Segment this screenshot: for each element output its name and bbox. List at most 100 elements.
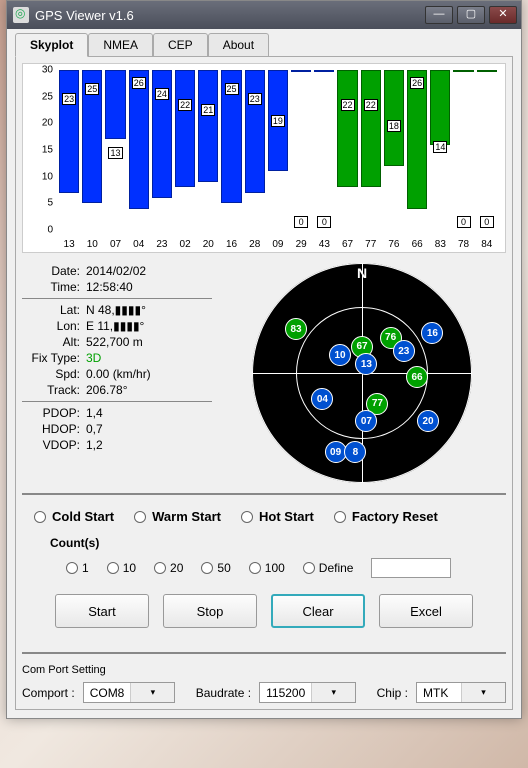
lat-label: Lat: <box>22 303 86 317</box>
sat-23: 23 <box>393 340 415 362</box>
tab-cep[interactable]: CEP <box>153 33 208 56</box>
start-mode-group: Cold Start Warm Start Hot Start Factory Res… <box>26 505 502 528</box>
app-window: GPS Viewer v1.6 — ▢ ✕ Skyplot NMEA CEP A… <box>6 0 522 719</box>
vdop-value: 1,2 <box>86 438 212 452</box>
sat-07: 07 <box>355 410 377 432</box>
count-10[interactable]: 10 <box>107 561 136 575</box>
sat-20: 20 <box>417 410 439 432</box>
tab-about[interactable]: About <box>208 33 269 56</box>
chevron-down-icon: ▾ <box>461 683 505 702</box>
time-label: Time: <box>22 280 86 294</box>
bar-09: 19 <box>268 70 288 230</box>
bar-66: 26 <box>407 70 427 230</box>
count-100[interactable]: 100 <box>249 561 285 575</box>
maximize-button[interactable]: ▢ <box>457 6 485 24</box>
lon-label: Lon: <box>22 319 86 333</box>
mode-factory-reset[interactable]: Factory Reset <box>334 509 438 524</box>
spd-label: Spd: <box>22 367 86 381</box>
minimize-button[interactable]: — <box>425 6 453 24</box>
comport-label: Comport : <box>22 686 75 700</box>
close-button[interactable]: ✕ <box>489 6 517 24</box>
bar-02: 22 <box>175 70 195 230</box>
pdop-value: 1,4 <box>86 406 212 420</box>
sat-66: 66 <box>406 366 428 388</box>
baudrate-label: Baudrate : <box>196 686 251 700</box>
sat-83: 83 <box>285 318 307 340</box>
bar-83: 14 <box>430 70 450 230</box>
chart-x-axis: 13100704230220162809294367777666837884 <box>59 239 497 250</box>
bar-84: 0 <box>477 70 497 230</box>
mode-warm-start[interactable]: Warm Start <box>134 509 221 524</box>
chart-y-axis: 051015202530 <box>25 70 55 230</box>
snr-bar-chart: 051015202530 232513262422212523190022221… <box>22 63 506 253</box>
alt-value: 522,700 m <box>86 335 212 349</box>
count-define-input[interactable] <box>371 558 451 578</box>
start-button[interactable]: Start <box>55 594 149 628</box>
excel-button[interactable]: Excel <box>379 594 473 628</box>
window-buttons: — ▢ ✕ <box>425 6 517 24</box>
sat-8: 8 <box>344 441 366 463</box>
chip-select[interactable]: MTK▾ <box>416 682 506 703</box>
bar-10: 25 <box>82 70 102 230</box>
skyplot: N 831067137623166604770720098 <box>218 263 506 483</box>
tab-skyplot[interactable]: Skyplot <box>15 33 88 57</box>
tab-nmea[interactable]: NMEA <box>88 33 153 56</box>
track-label: Track: <box>22 383 86 397</box>
chart-plot: 2325132624222125231900222218261400 <box>59 70 497 230</box>
count-define[interactable]: Define <box>303 561 354 575</box>
bar-43: 0 <box>314 70 334 230</box>
fix-label: Fix Type: <box>22 351 86 365</box>
controls-panel: Cold Start Warm Start Hot Start Factory Res… <box>22 493 506 638</box>
sat-09: 09 <box>325 441 347 463</box>
mode-hot-start[interactable]: Hot Start <box>241 509 314 524</box>
hdop-value: 0,7 <box>86 422 212 436</box>
com-port-panel: Com Port Setting Comport : COM8▾ Baudrat… <box>22 652 506 703</box>
counts-title: Count(s) <box>50 536 478 550</box>
bar-28: 23 <box>245 70 265 230</box>
sat-16: 16 <box>421 322 443 344</box>
chip-label: Chip : <box>377 686 408 700</box>
app-icon <box>13 7 29 23</box>
baudrate-select[interactable]: 115200▾ <box>259 682 356 703</box>
bar-20: 21 <box>198 70 218 230</box>
date-label: Date: <box>22 264 86 278</box>
sat-10: 10 <box>329 344 351 366</box>
clear-button[interactable]: Clear <box>271 594 365 628</box>
count-1[interactable]: 1 <box>66 561 89 575</box>
date-value: 2014/02/02 <box>86 264 212 278</box>
counts-group: 1 10 20 50 100 Define <box>50 558 478 578</box>
titlebar[interactable]: GPS Viewer v1.6 — ▢ ✕ <box>7 1 521 29</box>
chevron-down-icon: ▾ <box>311 683 355 702</box>
info-panel: Date:2014/02/02 Time:12:58:40 Lat:N 48,▮… <box>22 263 212 483</box>
tab-body: 051015202530 232513262422212523190022221… <box>15 57 513 710</box>
comport-select[interactable]: COM8▾ <box>83 682 176 703</box>
tab-strip: Skyplot NMEA CEP About <box>15 33 513 57</box>
bar-77: 22 <box>361 70 381 230</box>
hdop-label: HDOP: <box>22 422 86 436</box>
alt-label: Alt: <box>22 335 86 349</box>
bar-23: 24 <box>152 70 172 230</box>
content-area: Skyplot NMEA CEP About 051015202530 2325… <box>7 29 521 718</box>
sat-04: 04 <box>311 388 333 410</box>
bar-16: 25 <box>221 70 241 230</box>
stop-button[interactable]: Stop <box>163 594 257 628</box>
sat-13: 13 <box>355 353 377 375</box>
bar-76: 18 <box>384 70 404 230</box>
count-20[interactable]: 20 <box>154 561 183 575</box>
bar-13: 23 <box>59 70 79 230</box>
mode-cold-start[interactable]: Cold Start <box>34 509 114 524</box>
north-label: N <box>357 265 367 281</box>
com-port-title: Com Port Setting <box>22 664 506 676</box>
pdop-label: PDOP: <box>22 406 86 420</box>
vdop-label: VDOP: <box>22 438 86 452</box>
lat-value: N 48,▮▮▮▮° <box>86 303 212 317</box>
bar-78: 0 <box>453 70 473 230</box>
count-50[interactable]: 50 <box>201 561 230 575</box>
bar-04: 26 <box>129 70 149 230</box>
bar-07: 13 <box>105 70 125 230</box>
bar-67: 22 <box>337 70 357 230</box>
track-value: 206.78° <box>86 383 212 397</box>
bar-29: 0 <box>291 70 311 230</box>
lon-value: E 11,▮▮▮▮° <box>86 319 212 333</box>
chevron-down-icon: ▾ <box>130 683 174 702</box>
